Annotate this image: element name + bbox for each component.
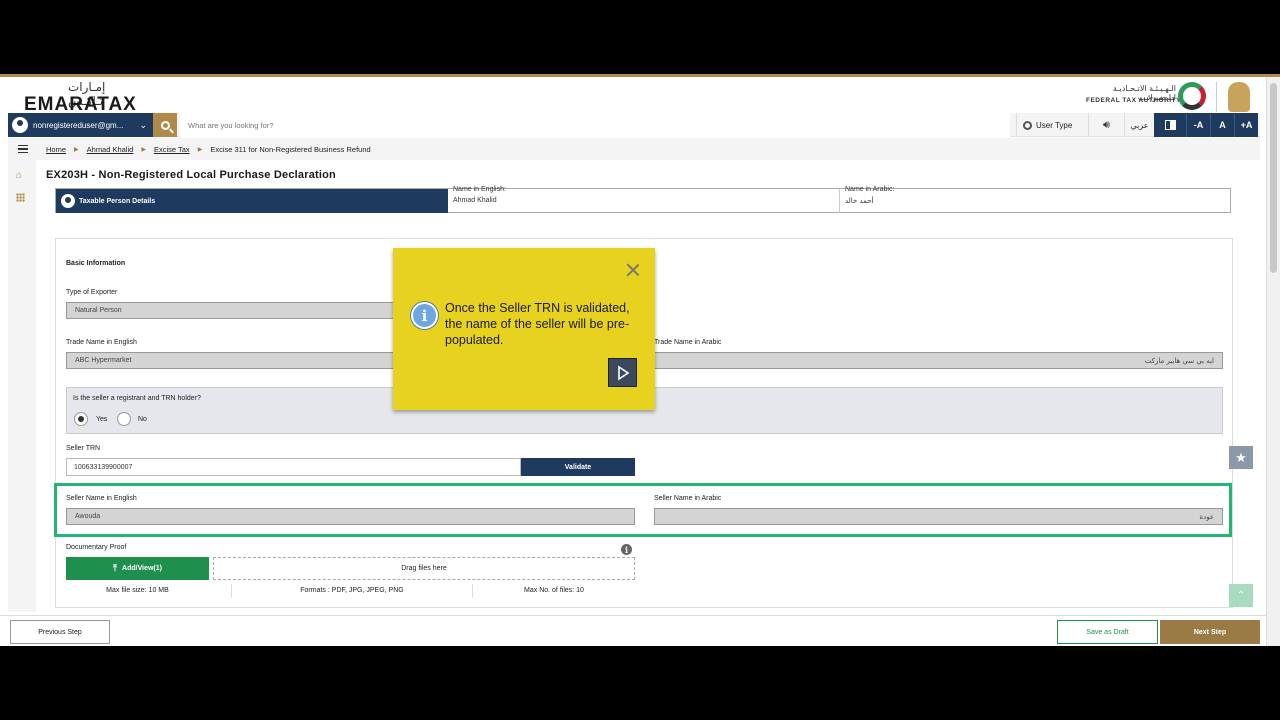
search-button[interactable] [153, 113, 177, 137]
breadcrumb-bar: Home ▶ Ahmad Khalid ▶ Excise Tax ▶ Excis… [8, 138, 1260, 160]
name-english-field: Name in English: Ahmad Khalid [453, 186, 506, 204]
breadcrumb: Home ▶ Ahmad Khalid ▶ Excise Tax ▶ Excis… [46, 145, 371, 154]
search-icon [160, 120, 170, 130]
max-file-size: Max file size: 10 MB [106, 587, 169, 594]
next-step-button[interactable]: Next Step [1160, 620, 1260, 644]
person-icon [61, 194, 75, 208]
emaratax-logo[interactable]: إمـارات تـاكـس EMARATAX [24, 80, 144, 115]
contrast-icon [1164, 120, 1176, 130]
search-input[interactable] [180, 113, 1010, 137]
name-arabic-field: Name in Arabic: أحمد خالد [845, 186, 894, 205]
documentary-proof-label: Documentary Proof [66, 544, 127, 551]
play-icon [617, 365, 629, 380]
chevron-down-icon: ⌄ [139, 119, 147, 130]
vertical-scrollbar[interactable] [1266, 77, 1280, 646]
name-arabic-value: أحمد خالد [845, 197, 874, 205]
breadcrumb-arrow-icon: ▶ [141, 147, 146, 153]
hamburger-icon[interactable] [18, 145, 28, 153]
info-icon: i [411, 302, 438, 329]
seller-trn-label: Seller TRN [66, 445, 101, 452]
radio-no-label[interactable]: No [138, 416, 147, 423]
fta-english: FEDERAL TAX AUTHORITY [1086, 97, 1181, 104]
fta-logo: الـهـيـئـة الاتـحـاديـة لـلـضـرائـب FEDE… [1086, 80, 1266, 114]
add-view-button[interactable]: ⤒ Add/View(1) [66, 557, 209, 580]
breadcrumb-excise-tax[interactable]: Excise Tax [154, 145, 190, 154]
radio-yes[interactable] [74, 412, 88, 426]
section-title: Basic Information [66, 260, 126, 267]
divider [839, 189, 840, 213]
radio-yes-label[interactable]: Yes [96, 416, 107, 423]
taxable-person-bar: Taxable Person Details Name in English: … [55, 186, 1231, 213]
footer-actions: Previous Step Save as Draft Next Step [0, 615, 1266, 646]
validate-button[interactable]: Validate [521, 458, 635, 476]
user-menu[interactable]: nonregistereduser@gm... ⌄ [8, 113, 153, 137]
breadcrumb-current: Excise 311 for Non-Registered Business R… [210, 145, 371, 154]
trade-name-arabic-field: ايه بي سي هايبر ماركت [654, 352, 1223, 369]
file-dropzone[interactable]: Drag files here [213, 557, 635, 580]
close-icon[interactable] [626, 263, 640, 277]
font-decrease-button[interactable]: -A [1186, 113, 1210, 137]
page-title: EX203H - Non-Registered Local Purchase D… [46, 169, 336, 181]
exporter-type-label: Type of Exporter [66, 289, 118, 296]
name-english-label: Name in English: [453, 186, 506, 193]
speaker-button[interactable]: 🔊︎ [1088, 113, 1124, 137]
seller-trn-input[interactable]: 100633139900007 [66, 458, 521, 476]
top-toolbar: nonregistereduser@gm... ⌄ User Type 🔊︎ ع… [8, 113, 1260, 137]
radio-no[interactable] [117, 412, 131, 426]
taxable-person-tab[interactable]: Taxable Person Details [56, 189, 448, 213]
callout-message: Once the Seller TRN is validated, the na… [445, 301, 630, 347]
previous-step-button[interactable]: Previous Step [10, 620, 110, 644]
registrant-question: Is the seller a registrant and TRN holde… [73, 395, 201, 402]
info-icon[interactable]: i [621, 544, 632, 555]
apps-grid-icon[interactable] [16, 193, 25, 202]
taxable-person-label: Taxable Person Details [79, 197, 156, 205]
avatar-icon [12, 117, 28, 133]
trade-name-arabic-label: Trade Name in Arabic [654, 339, 722, 346]
seller-name-highlight [54, 483, 1232, 537]
speaker-icon: 🔊︎ [1103, 118, 1110, 131]
user-type-button[interactable]: User Type [1016, 113, 1088, 137]
scrollbar-thumb[interactable] [1270, 83, 1277, 273]
contrast-toggle[interactable] [1154, 113, 1186, 137]
breadcrumb-arrow-icon: ▶ [74, 147, 79, 153]
user-type-label: User Type [1036, 120, 1073, 130]
fta-emblem-icon [1178, 82, 1206, 110]
home-icon[interactable]: ⌂ [16, 170, 22, 181]
upload-icon: ⤒ [113, 563, 118, 573]
breadcrumb-home[interactable]: Home [46, 145, 66, 154]
file-formats: Formats : PDF, JPG, JPEG, PNG [300, 587, 404, 594]
font-increase-button[interactable]: +A [1234, 113, 1258, 137]
gear-icon [1023, 120, 1032, 130]
side-nav: ⌂ [8, 160, 36, 612]
play-button[interactable] [608, 358, 637, 387]
max-files: Max No. of files: 10 [524, 587, 584, 594]
scroll-top-icon[interactable]: ⌃ [1229, 584, 1253, 607]
user-email: nonregistereduser@gm... [33, 120, 124, 130]
name-arabic-label: Name in Arabic: [845, 186, 895, 193]
name-english-value: Ahmad Khalid [453, 197, 497, 204]
language-toggle[interactable]: عربي [1124, 113, 1154, 137]
save-draft-button[interactable]: Save as Draft [1057, 620, 1158, 644]
uae-emblem-icon [1228, 82, 1250, 112]
logo-divider [1216, 82, 1217, 112]
breadcrumb-user[interactable]: Ahmad Khalid [87, 145, 134, 154]
favorite-star-icon[interactable]: ★ [1229, 446, 1253, 469]
trade-name-english-label: Trade Name in English [66, 339, 137, 346]
font-reset-button[interactable]: A [1210, 113, 1234, 137]
add-view-label: Add/View(1) [122, 565, 162, 572]
tutorial-callout: i Once the Seller TRN is validated, the … [393, 248, 655, 410]
app-window: إمـارات تـاكـس EMARATAX الـهـيـئـة الاتـ… [0, 74, 1280, 646]
breadcrumb-arrow-icon: ▶ [197, 147, 203, 153]
